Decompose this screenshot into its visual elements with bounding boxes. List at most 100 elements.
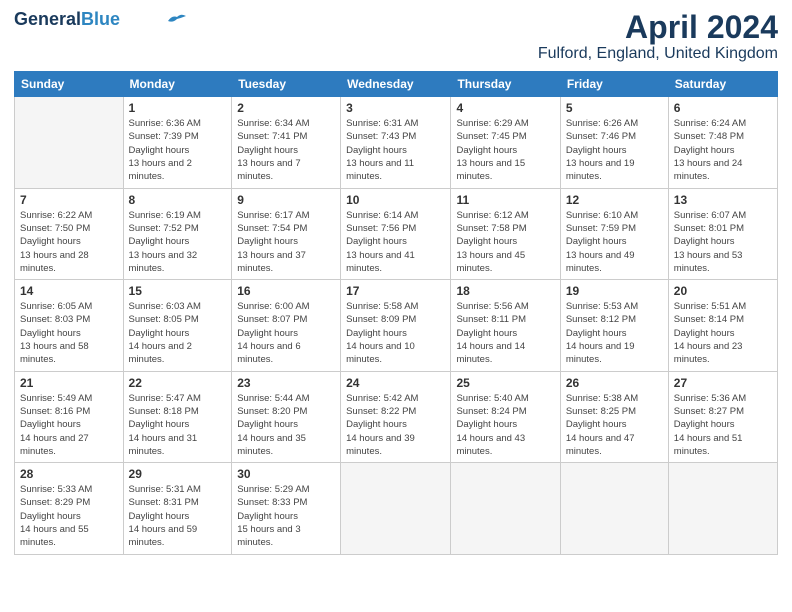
calendar-header-row: Sunday Monday Tuesday Wednesday Thursday… (15, 72, 778, 97)
calendar-cell: 2Sunrise: 6:34 AMSunset: 7:41 PMDaylight… (232, 97, 341, 188)
calendar-cell: 14 Sunrise: 6:05 AMSunset: 8:03 PMDayligh… (15, 280, 124, 371)
calendar-cell: 28Sunrise: 5:33 AMSunset: 8:29 PMDayligh… (15, 463, 124, 554)
calendar-cell: 16 Sunrise: 6:00 AMSunset: 8:07 PMDayligh… (232, 280, 341, 371)
calendar-cell: 7 Sunrise: 6:22 AMSunset: 7:50 PMDaylight… (15, 188, 124, 279)
day-info: Sunrise: 5:53 AMSunset: 8:12 PMDaylight … (566, 300, 663, 366)
day-number: 21 (20, 376, 118, 390)
day-info: Sunrise: 6:05 AMSunset: 8:03 PMDaylight … (20, 300, 118, 366)
day-info: Sunrise: 6:29 AMSunset: 7:45 PMDaylight … (456, 117, 554, 183)
day-info: Sunrise: 5:47 AMSunset: 8:18 PMDaylight … (129, 392, 227, 458)
week-row-5: 28Sunrise: 5:33 AMSunset: 8:29 PMDayligh… (15, 463, 778, 554)
day-number: 18 (456, 284, 554, 298)
calendar-cell: 1 Sunrise: 6:36 AMSunset: 7:39 PMDaylight… (123, 97, 232, 188)
day-info: Sunrise: 5:33 AMSunset: 8:29 PMDaylight … (20, 483, 118, 549)
day-number: 7 (20, 193, 118, 207)
day-number: 9 (237, 193, 335, 207)
page: GeneralBlue April 2024 Fulford, England,… (0, 0, 792, 612)
day-number: 2 (237, 101, 335, 115)
col-thursday: Thursday (451, 72, 560, 97)
week-row-1: 1 Sunrise: 6:36 AMSunset: 7:39 PMDaylight… (15, 97, 778, 188)
day-number: 20 (674, 284, 772, 298)
day-number: 10 (346, 193, 445, 207)
day-info: Sunrise: 5:51 AMSunset: 8:14 PMDaylight … (674, 300, 772, 366)
day-number: 6 (674, 101, 772, 115)
day-info: Sunrise: 5:31 AMSunset: 8:31 PMDaylight … (129, 483, 227, 549)
col-wednesday: Wednesday (341, 72, 451, 97)
day-info: Sunrise: 6:26 AMSunset: 7:46 PMDaylight … (566, 117, 663, 183)
calendar-cell (15, 97, 124, 188)
day-number: 24 (346, 376, 445, 390)
calendar-cell: 25Sunrise: 5:40 AMSunset: 8:24 PMDayligh… (451, 371, 560, 462)
day-info: Sunrise: 6:22 AMSunset: 7:50 PMDaylight … (20, 209, 118, 275)
day-number: 19 (566, 284, 663, 298)
calendar-cell: 9 Sunrise: 6:17 AMSunset: 7:54 PMDaylight… (232, 188, 341, 279)
calendar-cell: 4Sunrise: 6:29 AMSunset: 7:45 PMDaylight… (451, 97, 560, 188)
week-row-4: 21 Sunrise: 5:49 AMSunset: 8:16 PMDayligh… (15, 371, 778, 462)
day-info: Sunrise: 5:49 AMSunset: 8:16 PMDaylight … (20, 392, 118, 458)
day-number: 23 (237, 376, 335, 390)
col-friday: Friday (560, 72, 668, 97)
day-info: Sunrise: 6:36 AMSunset: 7:39 PMDaylight … (129, 117, 227, 183)
calendar-cell: 20 Sunrise: 5:51 AMSunset: 8:14 PMDayligh… (668, 280, 777, 371)
day-info: Sunrise: 6:19 AMSunset: 7:52 PMDaylight … (129, 209, 227, 275)
day-number: 3 (346, 101, 445, 115)
calendar-cell: 21 Sunrise: 5:49 AMSunset: 8:16 PMDayligh… (15, 371, 124, 462)
calendar-cell (668, 463, 777, 554)
calendar-cell: 29 Sunrise: 5:31 AMSunset: 8:31 PMDayligh… (123, 463, 232, 554)
day-info: Sunrise: 5:29 AMSunset: 8:33 PMDaylight … (237, 483, 335, 549)
week-row-3: 14 Sunrise: 6:05 AMSunset: 8:03 PMDayligh… (15, 280, 778, 371)
calendar-cell: 8 Sunrise: 6:19 AMSunset: 7:52 PMDaylight… (123, 188, 232, 279)
calendar-cell: 12Sunrise: 6:10 AMSunset: 7:59 PMDayligh… (560, 188, 668, 279)
logo-text: GeneralBlue (14, 10, 120, 28)
day-info: Sunrise: 6:03 AMSunset: 8:05 PMDaylight … (129, 300, 227, 366)
day-info: Sunrise: 6:14 AMSunset: 7:56 PMDaylight … (346, 209, 445, 275)
day-number: 1 (129, 101, 227, 115)
day-number: 13 (674, 193, 772, 207)
title-block: April 2024 Fulford, England, United King… (538, 10, 778, 63)
day-number: 27 (674, 376, 772, 390)
day-info: Sunrise: 5:40 AMSunset: 8:24 PMDaylight … (456, 392, 554, 458)
day-info: Sunrise: 5:36 AMSunset: 8:27 PMDaylight … (674, 392, 772, 458)
day-info: Sunrise: 5:44 AMSunset: 8:20 PMDaylight … (237, 392, 335, 458)
day-number: 16 (237, 284, 335, 298)
col-saturday: Saturday (668, 72, 777, 97)
day-info: Sunrise: 5:56 AMSunset: 8:11 PMDaylight … (456, 300, 554, 366)
col-sunday: Sunday (15, 72, 124, 97)
day-info: Sunrise: 6:17 AMSunset: 7:54 PMDaylight … (237, 209, 335, 275)
day-number: 29 (129, 467, 227, 481)
day-number: 26 (566, 376, 663, 390)
day-number: 15 (129, 284, 227, 298)
day-info: Sunrise: 5:42 AMSunset: 8:22 PMDaylight … (346, 392, 445, 458)
calendar-cell: 17 Sunrise: 5:58 AMSunset: 8:09 PMDayligh… (341, 280, 451, 371)
calendar-cell: 18 Sunrise: 5:56 AMSunset: 8:11 PMDayligh… (451, 280, 560, 371)
logo: GeneralBlue (14, 10, 186, 28)
header: GeneralBlue April 2024 Fulford, England,… (14, 10, 778, 63)
calendar-cell: 26Sunrise: 5:38 AMSunset: 8:25 PMDayligh… (560, 371, 668, 462)
day-number: 8 (129, 193, 227, 207)
col-tuesday: Tuesday (232, 72, 341, 97)
day-number: 12 (566, 193, 663, 207)
calendar-cell (560, 463, 668, 554)
calendar-cell: 23 Sunrise: 5:44 AMSunset: 8:20 PMDayligh… (232, 371, 341, 462)
calendar-cell: 3 Sunrise: 6:31 AMSunset: 7:43 PMDaylight… (341, 97, 451, 188)
calendar-cell: 27 Sunrise: 5:36 AMSunset: 8:27 PMDayligh… (668, 371, 777, 462)
day-number: 14 (20, 284, 118, 298)
logo-blue: Blue (81, 9, 120, 29)
month-title: April 2024 (538, 10, 778, 45)
day-info: Sunrise: 6:31 AMSunset: 7:43 PMDaylight … (346, 117, 445, 183)
day-info: Sunrise: 5:58 AMSunset: 8:09 PMDaylight … (346, 300, 445, 366)
calendar-cell: 24 Sunrise: 5:42 AMSunset: 8:22 PMDayligh… (341, 371, 451, 462)
day-number: 17 (346, 284, 445, 298)
calendar-cell: 13Sunrise: 6:07 AMSunset: 8:01 PMDayligh… (668, 188, 777, 279)
calendar-cell: 22 Sunrise: 5:47 AMSunset: 8:18 PMDayligh… (123, 371, 232, 462)
day-info: Sunrise: 6:12 AMSunset: 7:58 PMDaylight … (456, 209, 554, 275)
day-info: Sunrise: 6:00 AMSunset: 8:07 PMDaylight … (237, 300, 335, 366)
day-number: 22 (129, 376, 227, 390)
week-row-2: 7 Sunrise: 6:22 AMSunset: 7:50 PMDaylight… (15, 188, 778, 279)
day-number: 11 (456, 193, 554, 207)
day-info: Sunrise: 6:24 AMSunset: 7:48 PMDaylight … (674, 117, 772, 183)
day-number: 5 (566, 101, 663, 115)
calendar-cell (451, 463, 560, 554)
calendar-cell: 11 Sunrise: 6:12 AMSunset: 7:58 PMDayligh… (451, 188, 560, 279)
calendar-cell: 30Sunrise: 5:29 AMSunset: 8:33 PMDayligh… (232, 463, 341, 554)
